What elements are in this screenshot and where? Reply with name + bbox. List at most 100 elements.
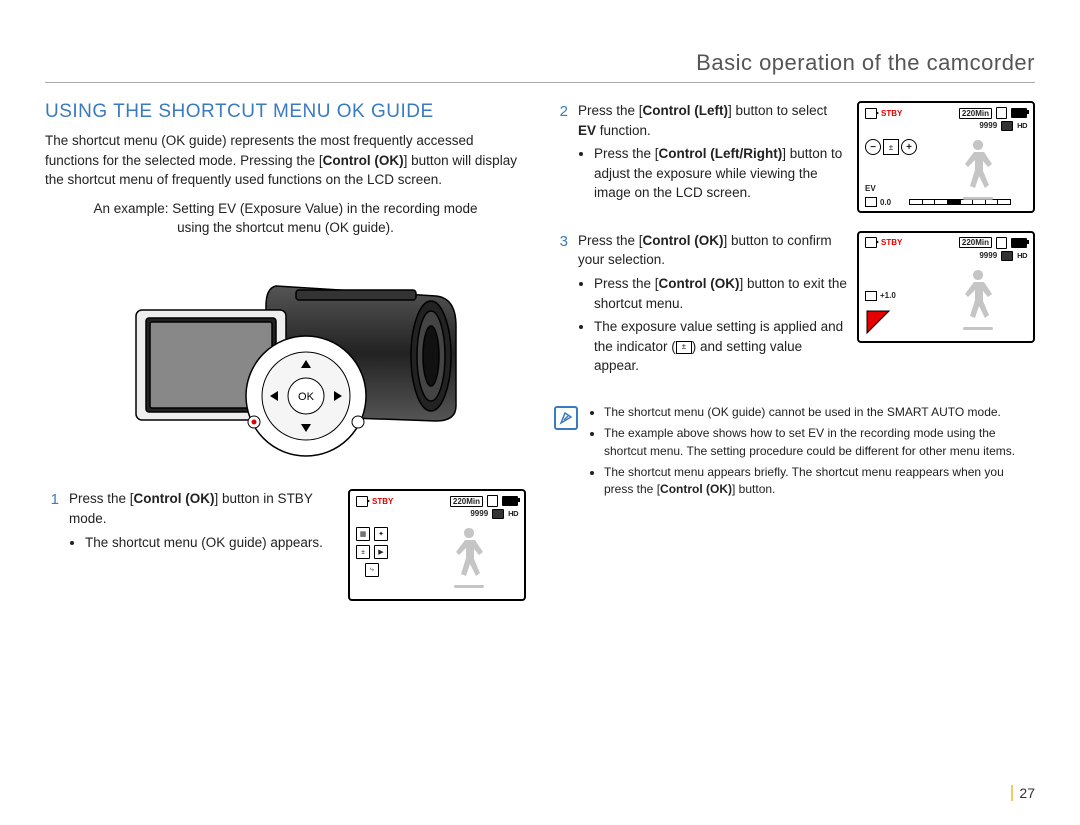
battery-icon — [502, 496, 518, 506]
step-2-row: 2 Press the [Control (Left)] button to s… — [554, 101, 1035, 217]
intro-control-ok: Control (OK) — [323, 153, 404, 168]
battery-icon — [1011, 108, 1027, 118]
exposure-indicator-icon — [865, 197, 877, 207]
step2-bul1a: Press the [ — [594, 146, 659, 161]
okguide-icon-2: ✦ — [374, 527, 388, 541]
ev-adjust-control: − ± + — [865, 139, 917, 155]
step1-bullet1: The shortcut menu (OK guide) appears. — [85, 533, 338, 553]
skater-silhouette — [444, 523, 494, 593]
notes-block: The shortcut menu (OK guide) cannot be u… — [554, 404, 1035, 503]
step3-bullet2: The exposure value setting is applied an… — [594, 317, 847, 376]
page-number: 27 — [1011, 785, 1035, 801]
camcorder-drawing: OK — [96, 256, 476, 466]
ev-value-plus1: +1.0 — [880, 291, 896, 300]
intro-paragraph: The shortcut menu (OK guide) represents … — [45, 131, 526, 190]
camcorder-illustration: OK — [45, 251, 526, 471]
quality-icon — [1001, 121, 1013, 131]
shots-remaining: 9999 — [470, 509, 488, 521]
step-3-number: 3 — [554, 231, 568, 380]
video-mode-icon — [865, 108, 877, 119]
step-2-body: Press the [Control (Left)] button to sel… — [578, 101, 847, 207]
okguide-icon-1: ▦ — [356, 527, 370, 541]
svg-text:OK: OK — [298, 391, 315, 403]
quality-icon — [492, 509, 504, 519]
shots-remaining: 9999 — [979, 251, 997, 263]
ev-icon: ± — [883, 139, 899, 155]
note-1: The shortcut menu (OK guide) cannot be u… — [604, 404, 1035, 421]
page-header: Basic operation of the camcorder — [45, 50, 1035, 83]
hd-icon: HD — [1017, 251, 1027, 263]
lcd-screenshot-1: STBY 220Min 9999 HD ▦ ✦ ± — [348, 489, 526, 601]
note-3: The shortcut menu appears briefly. The s… — [604, 464, 1035, 499]
notes-list: The shortcut menu (OK guide) cannot be u… — [588, 404, 1035, 503]
skater-silhouette — [953, 265, 1003, 335]
step-1: 1 Press the [Control (OK)] button in STB… — [45, 489, 338, 556]
battery-icon — [1011, 238, 1027, 248]
step3-bul1b: Control (OK) — [659, 276, 740, 291]
example-text: An example: Setting EV (Exposure Value) … — [45, 200, 526, 238]
storage-icon — [487, 495, 498, 507]
hd-icon: HD — [1017, 121, 1027, 133]
remaining-time: 220Min — [959, 237, 992, 248]
content-columns: USING THE SHORTCUT MENU OK GUIDE The sho… — [45, 101, 1035, 615]
step3-t1: Press the [ — [578, 233, 643, 248]
example-line1: An example: Setting EV (Exposure Value) … — [94, 201, 478, 216]
step-3: 3 Press the [Control (OK)] button to con… — [554, 231, 847, 380]
step-1-body: Press the [Control (OK)] button in STBY … — [69, 489, 338, 556]
step2-t2: ] button to select — [728, 103, 827, 118]
hd-icon: HD — [508, 509, 518, 521]
step2-b2: EV — [578, 123, 596, 138]
note3-b: Control (OK) — [660, 482, 732, 496]
ev-plus-icon: + — [901, 139, 917, 155]
stby-indicator: STBY — [881, 238, 902, 247]
ev-minus-icon: − — [865, 139, 881, 155]
step1-t1: Press the [ — [69, 491, 134, 506]
note3-c: ] button. — [732, 482, 775, 496]
exposure-indicator-icon: ± — [676, 341, 692, 354]
step3-bul1a: Press the [ — [594, 276, 659, 291]
step-3-row: 3 Press the [Control (OK)] button to con… — [554, 231, 1035, 390]
lcd-screenshot-3: STBY 220Min 9999 HD +1.0 — [857, 231, 1035, 343]
page: Basic operation of the camcorder USING T… — [0, 0, 1080, 825]
okguide-icon-4: ▶ — [374, 545, 388, 559]
stby-indicator: STBY — [372, 497, 393, 506]
step2-bullet1: Press the [Control (Left/Right)] button … — [594, 144, 847, 203]
lcd-screenshot-2: STBY 220Min 9999 HD − ± + — [857, 101, 1035, 213]
step2-t1: Press the [ — [578, 103, 643, 118]
red-pointer-icon — [865, 309, 891, 335]
left-column: USING THE SHORTCUT MENU OK GUIDE The sho… — [45, 101, 526, 615]
step-2-number: 2 — [554, 101, 568, 207]
stby-indicator: STBY — [881, 109, 902, 118]
remaining-time: 220Min — [450, 496, 483, 507]
okguide-icon-3: ± — [356, 545, 370, 559]
step2-bul1b: Control (Left/Right) — [659, 146, 783, 161]
note-2: The example above shows how to set EV in… — [604, 425, 1035, 460]
ev-value-applied: +1.0 — [865, 291, 896, 301]
ev-label: EV — [865, 184, 876, 193]
right-column: 2 Press the [Control (Left)] button to s… — [554, 101, 1035, 615]
ev-value-0: 0.0 — [880, 198, 891, 207]
ev-value-readout: 0.0 — [865, 197, 891, 207]
step-2: 2 Press the [Control (Left)] button to s… — [554, 101, 847, 207]
step1-b1: Control (OK) — [134, 491, 215, 506]
step3-b1: Control (OK) — [643, 233, 724, 248]
step2-t3: function. — [596, 123, 651, 138]
skater-silhouette — [953, 135, 1003, 205]
exposure-indicator-icon — [865, 291, 877, 301]
video-mode-icon — [356, 496, 368, 507]
quality-icon — [1001, 251, 1013, 261]
step-1-row: 1 Press the [Control (OK)] button in STB… — [45, 489, 526, 601]
step-1-number: 1 — [45, 489, 59, 556]
note-icon — [554, 406, 578, 430]
step3-bullet1: Press the [Control (OK)] button to exit … — [594, 274, 847, 313]
section-title: USING THE SHORTCUT MENU OK GUIDE — [45, 101, 526, 123]
storage-icon — [996, 107, 1007, 119]
step2-b1: Control (Left) — [643, 103, 728, 118]
remaining-time: 220Min — [959, 108, 992, 119]
okguide-icon-5: ⤷ — [365, 563, 379, 577]
example-line2: using the shortcut menu (OK guide). — [177, 220, 394, 235]
storage-icon — [996, 237, 1007, 249]
step-3-body: Press the [Control (OK)] button to confi… — [578, 231, 847, 380]
ok-guide-icons: ▦ ✦ ± ▶ ⤷ — [356, 527, 388, 577]
video-mode-icon — [865, 237, 877, 248]
